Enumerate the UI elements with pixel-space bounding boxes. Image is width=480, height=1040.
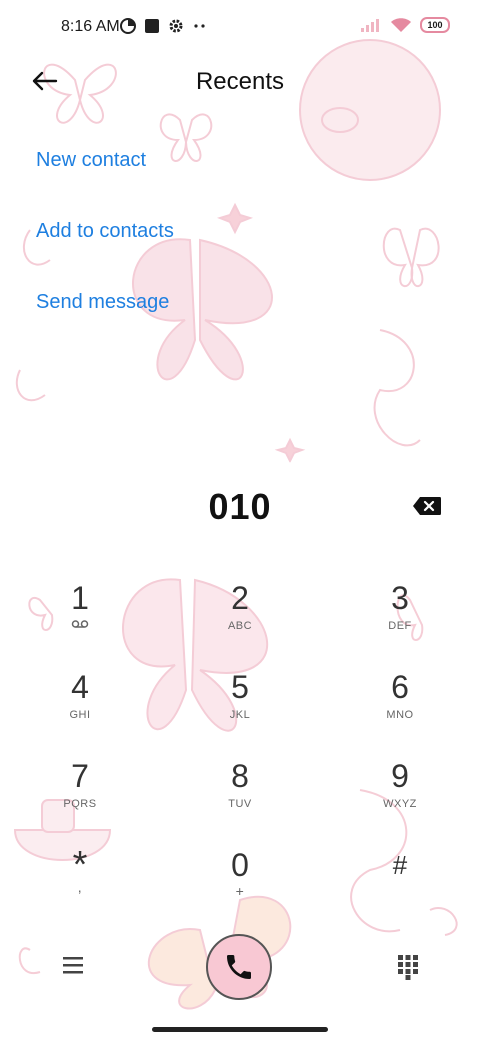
phone-icon: [227, 955, 251, 979]
key-digit: 3: [391, 580, 409, 616]
gear-icon: [169, 19, 183, 33]
square-notification-icon: [145, 19, 159, 33]
status-icons-left: [120, 18, 208, 34]
dialed-number: 010: [208, 486, 272, 527]
key-letters: GHI: [69, 709, 91, 721]
page-title: Recents: [195, 68, 285, 95]
key-letters: DEF: [388, 620, 412, 632]
data-saver-icon: [120, 18, 136, 34]
key-digit: 8: [231, 758, 249, 794]
key-digit: 2: [231, 580, 249, 616]
key-7[interactable]: 7 PQRS: [20, 756, 140, 836]
key-6[interactable]: 6 MNO: [340, 667, 460, 747]
status-icons-right: 100: [360, 17, 450, 33]
key-letters: WXYZ: [383, 798, 417, 810]
action-list: New contact Add to contacts Send message: [36, 145, 174, 358]
header: Recents: [0, 56, 480, 108]
home-indicator[interactable]: [152, 1027, 328, 1032]
more-dots-icon: [194, 24, 205, 28]
key-0[interactable]: 0 +: [180, 845, 300, 925]
key-letters: JKL: [229, 709, 251, 721]
number-display-row: 010: [0, 486, 480, 536]
key-8[interactable]: 8 TUV: [180, 756, 300, 836]
key-2[interactable]: 2 ABC: [180, 578, 300, 658]
key-digit: 0: [231, 847, 249, 883]
wifi-icon: [391, 18, 411, 32]
key-digit: 5: [231, 669, 249, 705]
dialpad-icon[interactable]: [396, 954, 420, 980]
key-digit: 1: [71, 580, 89, 616]
add-to-contacts-link[interactable]: Add to contacts: [36, 216, 174, 287]
key-letters: PQRS: [63, 798, 97, 810]
voicemail-icon: [71, 620, 89, 628]
bottom-bar: [0, 930, 480, 1006]
menu-icon[interactable]: [60, 954, 86, 976]
key-4[interactable]: 4 GHI: [20, 667, 140, 747]
battery-icon: 100: [420, 17, 450, 33]
key-letters: ABC: [227, 620, 253, 632]
key-letters: +: [235, 883, 245, 899]
key-digit: 6: [391, 669, 409, 705]
key-hash[interactable]: #: [340, 845, 460, 925]
key-letters: MNO: [386, 709, 414, 721]
key-digit: #: [392, 850, 408, 880]
battery-level: 100: [427, 20, 443, 30]
key-digit: 7: [71, 758, 89, 794]
call-button[interactable]: [206, 934, 272, 1000]
key-9[interactable]: 9 WXYZ: [340, 756, 460, 836]
new-contact-link[interactable]: New contact: [36, 145, 174, 216]
backspace-icon[interactable]: [412, 496, 442, 516]
key-letters: ,: [77, 879, 83, 895]
key-3[interactable]: 3 DEF: [340, 578, 460, 658]
key-5[interactable]: 5 JKL: [180, 667, 300, 747]
status-time: 8:16 AM: [61, 18, 120, 35]
key-star[interactable]: * ,: [20, 845, 140, 925]
key-1[interactable]: 1: [20, 578, 140, 658]
key-digit: 9: [391, 758, 409, 794]
key-letters: TUV: [228, 798, 252, 810]
signal-icon: [361, 19, 379, 32]
send-message-link[interactable]: Send message: [36, 287, 174, 358]
status-bar: 8:16 AM 100: [0, 0, 480, 56]
key-digit: 4: [71, 669, 89, 705]
